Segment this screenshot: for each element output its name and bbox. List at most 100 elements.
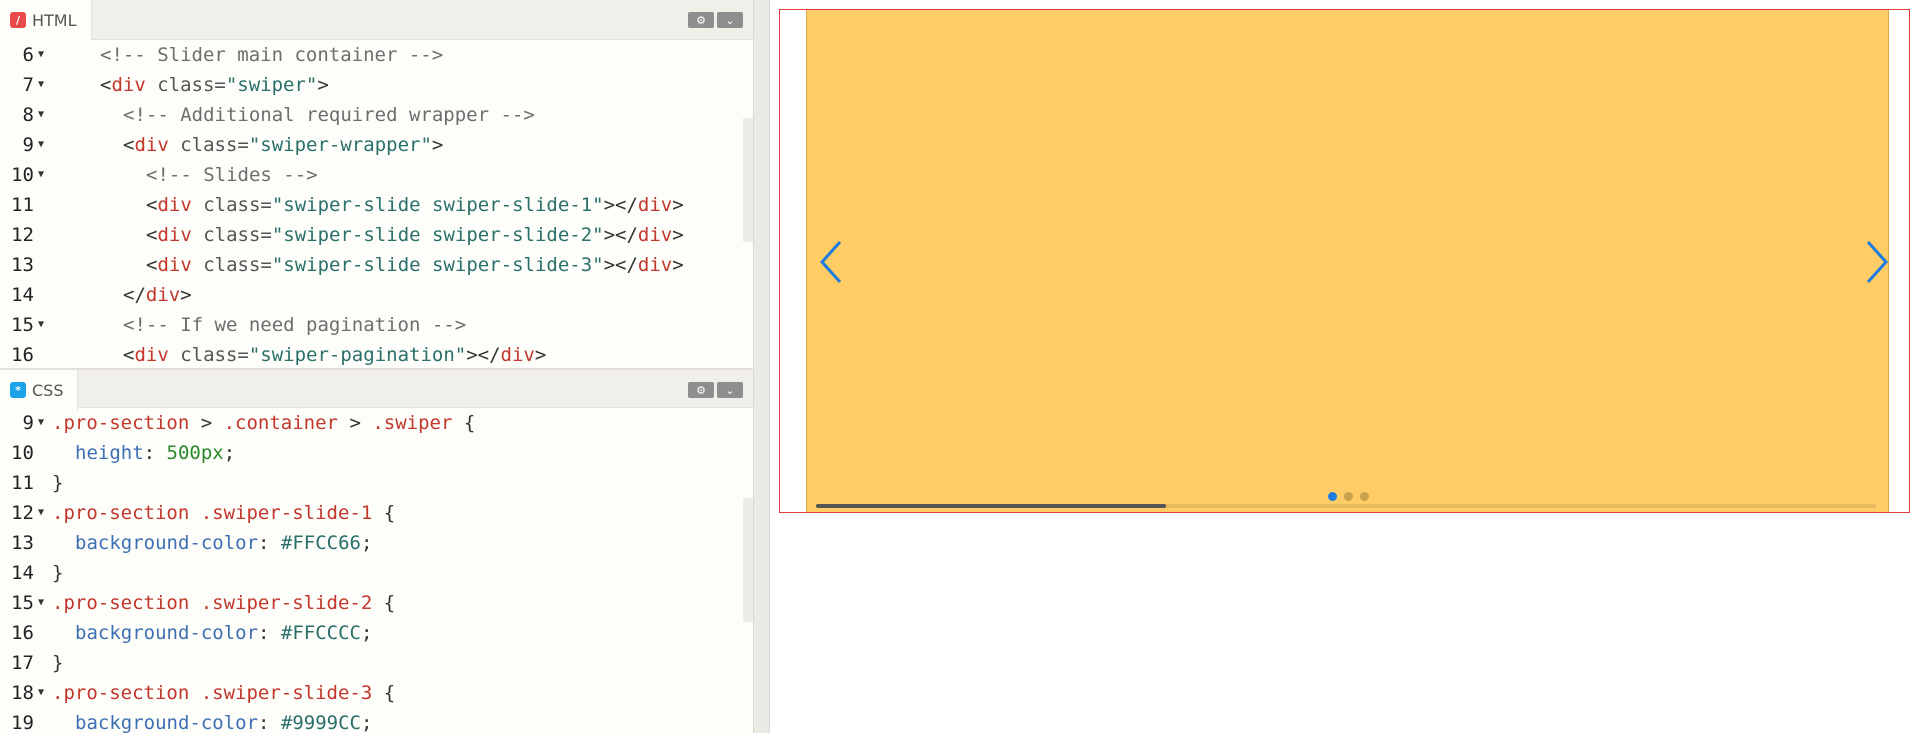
code-line[interactable]: 17} xyxy=(0,648,753,678)
fold-toggle-icon[interactable]: ▼ xyxy=(38,678,44,708)
code-token: .pro-section .swiper-slide-1 xyxy=(52,502,373,524)
code-text: <!-- Slider main container --> xyxy=(100,40,443,70)
code-line[interactable]: 11 <div class="swiper-slide swiper-slide-… xyxy=(0,190,753,220)
code-line[interactable]: 12 ▼ .pro-section .swiper-slide-1 { xyxy=(0,498,753,528)
code-token: div xyxy=(637,224,673,246)
code-token: : xyxy=(258,622,281,644)
css-code-area[interactable]: 9 ▼ .pro-section > .container > .swiper {1… xyxy=(0,408,753,733)
line-number: 18 xyxy=(11,682,34,704)
code-token: background-color xyxy=(75,532,259,554)
code-token: : xyxy=(143,442,167,464)
code-token: ></ xyxy=(603,224,638,246)
fold-toggle-icon[interactable]: ▼ xyxy=(38,588,44,618)
code-token: div xyxy=(637,194,673,216)
code-text: <!-- Additional required wrapper --> xyxy=(123,100,535,130)
code-line[interactable]: 11} xyxy=(0,468,753,498)
gear-icon[interactable]: ⚙ xyxy=(688,382,714,398)
line-number: 10 xyxy=(11,164,34,186)
code-text: .pro-section > .container > .swiper { xyxy=(52,408,475,438)
code-token: "swiper" xyxy=(225,74,318,96)
css-tab-label: CSS xyxy=(32,380,64,400)
code-token: "swiper-slide swiper-slide-3" xyxy=(271,254,604,276)
html-icon: / xyxy=(10,12,26,28)
code-line[interactable]: 13 background-color: #FFCC66; xyxy=(0,528,753,558)
html-code-area[interactable]: 6 ▼ <!-- Slider main container --> 7 ▼ <div c… xyxy=(0,40,753,368)
code-line[interactable]: 15 ▼ <!-- If we need pagination --> xyxy=(0,310,753,340)
html-scrollbar[interactable] xyxy=(743,118,753,242)
gear-icon[interactable]: ⚙ xyxy=(688,12,714,28)
code-line[interactable]: 10 ▼ <!-- Slides --> xyxy=(0,160,753,190)
code-token: class= xyxy=(191,194,272,216)
code-line[interactable]: 14} xyxy=(0,558,753,588)
code-line[interactable]: 19 background-color: #9999CC; xyxy=(0,708,753,733)
swiper-slide[interactable] xyxy=(806,10,1889,512)
code-token: .pro-section xyxy=(52,412,190,434)
code-token: "swiper-slide swiper-slide-1" xyxy=(271,194,604,216)
swiper-scrollbar-drag[interactable] xyxy=(816,504,1166,508)
code-token: > xyxy=(672,194,684,216)
code-token: { xyxy=(372,592,396,614)
code-line[interactable]: 14 </div> xyxy=(0,280,753,310)
fold-toggle-icon[interactable]: ▼ xyxy=(38,70,44,100)
css-tab[interactable]: * CSS xyxy=(0,370,79,410)
swiper-container xyxy=(779,9,1910,513)
fold-toggle-icon[interactable]: ▼ xyxy=(38,100,44,130)
code-token: .swiper xyxy=(372,412,453,434)
code-token: > xyxy=(672,254,684,276)
code-line[interactable]: 18 ▼ .pro-section .swiper-slide-3 { xyxy=(0,678,753,708)
code-token: < xyxy=(123,344,135,366)
code-line[interactable]: 6 ▼ <!-- Slider main container --> xyxy=(0,40,753,70)
pagination-bullet[interactable] xyxy=(1328,492,1337,501)
code-token: "swiper-slide swiper-slide-2" xyxy=(271,224,604,246)
code-token: ; xyxy=(223,442,236,464)
code-line[interactable]: 16 <div class="swiper-pagination"></div> xyxy=(0,340,753,368)
code-token: > xyxy=(534,344,547,366)
code-token: <!-- Slider main container --> xyxy=(100,44,444,66)
code-line[interactable]: 16 background-color: #FFCCCC; xyxy=(0,618,753,648)
css-scrollbar[interactable] xyxy=(743,498,753,622)
fold-toggle-icon[interactable]: ▼ xyxy=(38,408,44,438)
code-token: div xyxy=(111,74,146,96)
code-token: "swiper-pagination" xyxy=(248,344,467,366)
code-token: < xyxy=(123,134,135,156)
code-text: <div class="swiper-pagination"></div> xyxy=(123,340,546,368)
panel-resize-handle[interactable] xyxy=(753,0,770,733)
code-token: > xyxy=(189,412,224,434)
code-token: } xyxy=(52,562,64,584)
code-token: #FFCC66 xyxy=(280,532,361,554)
line-number: 14 xyxy=(11,284,34,306)
code-text: <div class="swiper-slide swiper-slide-3"… xyxy=(146,250,684,280)
code-line[interactable]: 7 ▼ <div class="swiper"> xyxy=(0,70,753,100)
code-line[interactable]: 12 <div class="swiper-slide swiper-slide-… xyxy=(0,220,753,250)
code-line[interactable]: 10 height: 500px; xyxy=(0,438,753,468)
fold-toggle-icon[interactable]: ▼ xyxy=(38,498,44,528)
chevron-left-icon[interactable] xyxy=(816,238,846,286)
line-number: 7 xyxy=(22,74,34,96)
line-number: 9 xyxy=(22,134,34,156)
code-line[interactable]: 8 ▼ <!-- Additional required wrapper --> xyxy=(0,100,753,130)
chevron-right-icon[interactable] xyxy=(1862,238,1892,286)
pagination-bullet[interactable] xyxy=(1344,492,1353,501)
fold-toggle-icon[interactable]: ▼ xyxy=(38,160,44,190)
swiper-scrollbar[interactable] xyxy=(816,504,1876,508)
code-text: .pro-section .swiper-slide-2 { xyxy=(52,588,395,618)
chevron-down-icon[interactable]: ⌄ xyxy=(717,12,743,28)
code-line[interactable]: 9 ▼ <div class="swiper-wrapper"> xyxy=(0,130,753,160)
code-line[interactable]: 13 <div class="swiper-slide swiper-slide-… xyxy=(0,250,753,280)
html-tab[interactable]: / HTML xyxy=(0,0,92,40)
code-line[interactable]: 15 ▼ .pro-section .swiper-slide-2 { xyxy=(0,588,753,618)
code-token: 500px xyxy=(166,442,224,464)
code-line[interactable]: 9 ▼ .pro-section > .container > .swiper { xyxy=(0,408,753,438)
fold-toggle-icon[interactable]: ▼ xyxy=(38,310,44,340)
code-token: < xyxy=(146,254,158,276)
code-token: "swiper-wrapper" xyxy=(248,134,432,156)
pagination-bullet[interactable] xyxy=(1360,492,1369,501)
fold-toggle-icon[interactable]: ▼ xyxy=(38,40,44,70)
code-token: #9999CC xyxy=(280,712,361,733)
line-number: 12 xyxy=(11,224,34,246)
fold-toggle-icon[interactable]: ▼ xyxy=(38,130,44,160)
chevron-down-icon[interactable]: ⌄ xyxy=(717,382,743,398)
code-token: } xyxy=(52,472,64,494)
code-editors: / HTML ⚙ ⌄ 6 ▼ <!-- Slider main container … xyxy=(0,0,753,733)
swiper-pagination xyxy=(1328,492,1369,501)
